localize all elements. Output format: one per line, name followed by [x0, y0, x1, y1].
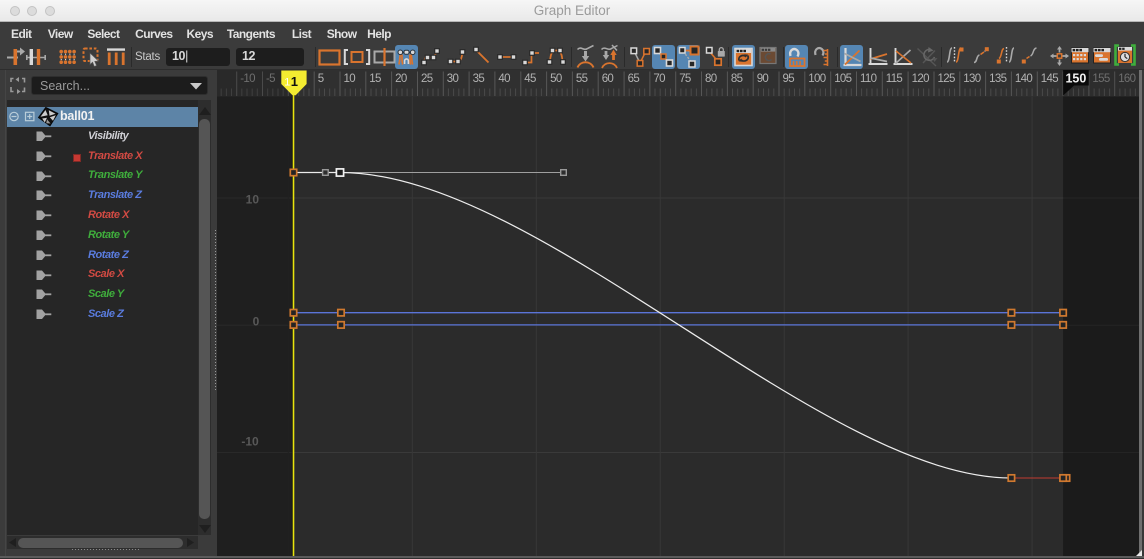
svg-text:120: 120 — [912, 73, 929, 85]
svg-text:65: 65 — [628, 73, 640, 85]
svg-text:5: 5 — [318, 73, 324, 85]
svg-text:140: 140 — [1015, 73, 1032, 85]
svg-text:1: 1 — [284, 77, 290, 89]
svg-text:150: 150 — [1065, 72, 1086, 86]
svg-text:40: 40 — [498, 73, 510, 85]
svg-text:30: 30 — [447, 73, 459, 85]
svg-text:-5: -5 — [266, 73, 275, 85]
svg-text:75: 75 — [679, 73, 691, 85]
svg-text:35: 35 — [473, 73, 485, 85]
svg-text:-10: -10 — [240, 73, 255, 85]
svg-text:10: 10 — [246, 193, 260, 207]
svg-text:60: 60 — [602, 73, 614, 85]
svg-text:20: 20 — [395, 73, 407, 85]
svg-text:70: 70 — [653, 73, 665, 85]
svg-text:155: 155 — [1092, 73, 1109, 85]
svg-text:100: 100 — [808, 73, 825, 85]
svg-text:125: 125 — [938, 73, 955, 85]
svg-text:55: 55 — [576, 73, 588, 85]
svg-text:25: 25 — [421, 73, 433, 85]
svg-text:10: 10 — [344, 73, 356, 85]
svg-text:145: 145 — [1041, 73, 1058, 85]
svg-text:1: 1 — [291, 74, 298, 89]
svg-text:50: 50 — [550, 73, 562, 85]
svg-text:110: 110 — [860, 73, 877, 85]
svg-text:0: 0 — [253, 315, 260, 329]
svg-text:95: 95 — [783, 73, 795, 85]
svg-text:80: 80 — [705, 73, 717, 85]
svg-text:115: 115 — [886, 73, 903, 85]
svg-text:135: 135 — [989, 73, 1006, 85]
svg-text:90: 90 — [757, 73, 769, 85]
svg-text:-10: -10 — [241, 435, 259, 449]
svg-text:85: 85 — [731, 73, 743, 85]
svg-text:45: 45 — [524, 73, 536, 85]
svg-text:15: 15 — [369, 73, 381, 85]
svg-text:160: 160 — [1118, 73, 1135, 85]
svg-text:130: 130 — [963, 73, 980, 85]
svg-text:105: 105 — [834, 73, 851, 85]
